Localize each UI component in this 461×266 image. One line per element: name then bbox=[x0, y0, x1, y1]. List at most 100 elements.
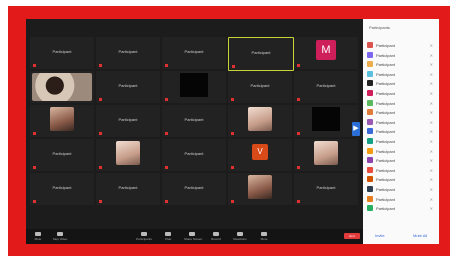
participant-row[interactable]: Participant ✕ bbox=[367, 99, 435, 109]
participant-tile[interactable] bbox=[30, 105, 94, 137]
participant-row[interactable]: Participant ✕ bbox=[367, 166, 435, 176]
participant-name: Participant bbox=[376, 81, 395, 87]
avatar bbox=[367, 195, 373, 202]
participant-name: Participant bbox=[376, 186, 395, 192]
participant-row[interactable]: Participant ✕ bbox=[367, 127, 435, 137]
participant-name: Participant bbox=[118, 117, 138, 122]
meeting-window: Participant Participant Participant Part… bbox=[26, 19, 439, 244]
participant-row[interactable]: Participant ✕ bbox=[367, 51, 435, 61]
record-button[interactable]: Record bbox=[208, 232, 224, 242]
avatar: M bbox=[316, 40, 336, 60]
participant-name: Participant bbox=[376, 158, 395, 164]
avatar bbox=[367, 51, 373, 58]
mute-icon bbox=[165, 165, 170, 169]
reactions-button[interactable]: Reactions bbox=[232, 232, 248, 242]
participant-tile[interactable]: Participant bbox=[162, 37, 226, 69]
toolbar-label: Participants bbox=[136, 237, 152, 241]
participant-tile[interactable]: Participant bbox=[162, 139, 226, 171]
mute-icon bbox=[297, 165, 302, 169]
mute-icon bbox=[33, 63, 38, 67]
mute-button[interactable]: Mute bbox=[30, 232, 46, 242]
participant-name: Participant bbox=[376, 100, 395, 106]
participant-tile[interactable]: Participant bbox=[294, 71, 358, 103]
participant-row[interactable]: Participant ✕ bbox=[367, 137, 435, 147]
participant-row[interactable]: Participant ✕ bbox=[367, 175, 435, 185]
participant-row[interactable]: Participant ✕ bbox=[367, 156, 435, 166]
participant-name: Participant bbox=[376, 119, 395, 125]
participant-tile[interactable]: Participant bbox=[96, 173, 160, 205]
participant-tile[interactable] bbox=[96, 139, 160, 171]
mic-muted-icon: ✕ bbox=[429, 52, 433, 58]
participant-row[interactable]: Participant ✕ bbox=[367, 195, 435, 205]
participants-list: Participant ✕ Participant ✕ Participant ✕ Part… bbox=[367, 41, 435, 214]
mic-muted-icon: ✕ bbox=[429, 158, 433, 164]
chat-button[interactable]: Chat bbox=[160, 232, 176, 242]
participant-row[interactable]: Participant ✕ bbox=[367, 79, 435, 89]
participant-tile[interactable] bbox=[294, 139, 358, 171]
participant-tile[interactable] bbox=[30, 71, 94, 103]
avatar bbox=[367, 89, 373, 96]
participant-row[interactable]: Participant ✕ bbox=[367, 41, 435, 51]
participant-row[interactable]: Participant ✕ bbox=[367, 147, 435, 157]
participant-tile[interactable]: Participant bbox=[228, 71, 292, 103]
participant-tile[interactable]: Participant bbox=[162, 173, 226, 205]
participant-name: Participant bbox=[376, 196, 395, 202]
mute-icon bbox=[297, 97, 302, 101]
participant-tile[interactable]: Participant bbox=[294, 173, 358, 205]
mic-muted-icon: ✕ bbox=[429, 62, 433, 68]
participant-tile[interactable]: Participant bbox=[96, 105, 160, 137]
participant-name: Participant bbox=[52, 151, 72, 156]
participant-row[interactable]: Participant ✕ bbox=[367, 118, 435, 128]
participant-tile[interactable] bbox=[294, 105, 358, 137]
end-meeting-button[interactable]: End bbox=[344, 233, 360, 239]
participant-tile[interactable]: Participant bbox=[30, 139, 94, 171]
avatar bbox=[367, 157, 373, 164]
participant-row[interactable]: Participant ✕ bbox=[367, 60, 435, 70]
participant-tile[interactable] bbox=[228, 105, 292, 137]
participant-name: Participant bbox=[376, 71, 395, 77]
participant-tile[interactable]: Participant bbox=[162, 105, 226, 137]
participants-button[interactable]: Participants bbox=[136, 232, 152, 242]
video-grid: Participant Participant Participant Part… bbox=[30, 37, 380, 229]
mic-muted-icon: ✕ bbox=[429, 71, 433, 77]
more-button[interactable]: More bbox=[256, 232, 272, 242]
active-speaker-tile[interactable]: Participant bbox=[228, 37, 294, 71]
mic-muted-icon: ✕ bbox=[429, 177, 433, 183]
participant-row[interactable]: Participant ✕ bbox=[367, 108, 435, 118]
participant-tile[interactable]: V bbox=[228, 139, 292, 171]
video-off-tile bbox=[180, 73, 208, 97]
participant-name: Participant bbox=[376, 52, 395, 58]
more-icon bbox=[261, 232, 267, 236]
mic-muted-icon: ✕ bbox=[429, 196, 433, 202]
participant-row[interactable]: Participant ✕ bbox=[367, 89, 435, 99]
share-icon bbox=[189, 232, 195, 236]
next-page-arrow-icon[interactable]: ▶ bbox=[352, 122, 360, 136]
participant-tile[interactable]: Participant bbox=[30, 37, 94, 69]
record-icon bbox=[213, 232, 219, 236]
participant-tile[interactable]: Participant bbox=[96, 37, 160, 69]
participant-name: Participant bbox=[376, 129, 395, 135]
mute-all-button[interactable]: Mute All bbox=[413, 233, 427, 238]
mute-icon bbox=[165, 199, 170, 203]
share-screen-button[interactable]: Share Screen bbox=[184, 232, 202, 242]
invite-button[interactable]: Invite bbox=[375, 233, 385, 238]
avatar bbox=[367, 118, 373, 125]
participant-tile[interactable] bbox=[228, 173, 292, 205]
participant-tile[interactable]: Participant bbox=[96, 71, 160, 103]
participant-row[interactable]: Participant ✕ bbox=[367, 204, 435, 214]
avatar bbox=[367, 80, 373, 87]
participant-row[interactable]: Participant ✕ bbox=[367, 70, 435, 80]
mute-icon bbox=[165, 63, 170, 67]
participant-name: Participant bbox=[316, 83, 336, 88]
participant-name: Participant bbox=[376, 206, 395, 212]
participant-tile[interactable] bbox=[162, 71, 226, 103]
smile-icon bbox=[237, 232, 243, 236]
participant-photo bbox=[116, 141, 140, 165]
participant-row[interactable]: Participant ✕ bbox=[367, 185, 435, 195]
stop-video-button[interactable]: Stop Video bbox=[52, 232, 68, 242]
avatar bbox=[367, 166, 373, 173]
participant-tile[interactable]: M bbox=[294, 37, 358, 69]
participant-tile[interactable]: Participant bbox=[30, 173, 94, 205]
mic-muted-icon: ✕ bbox=[429, 90, 433, 96]
mute-icon bbox=[231, 165, 236, 169]
